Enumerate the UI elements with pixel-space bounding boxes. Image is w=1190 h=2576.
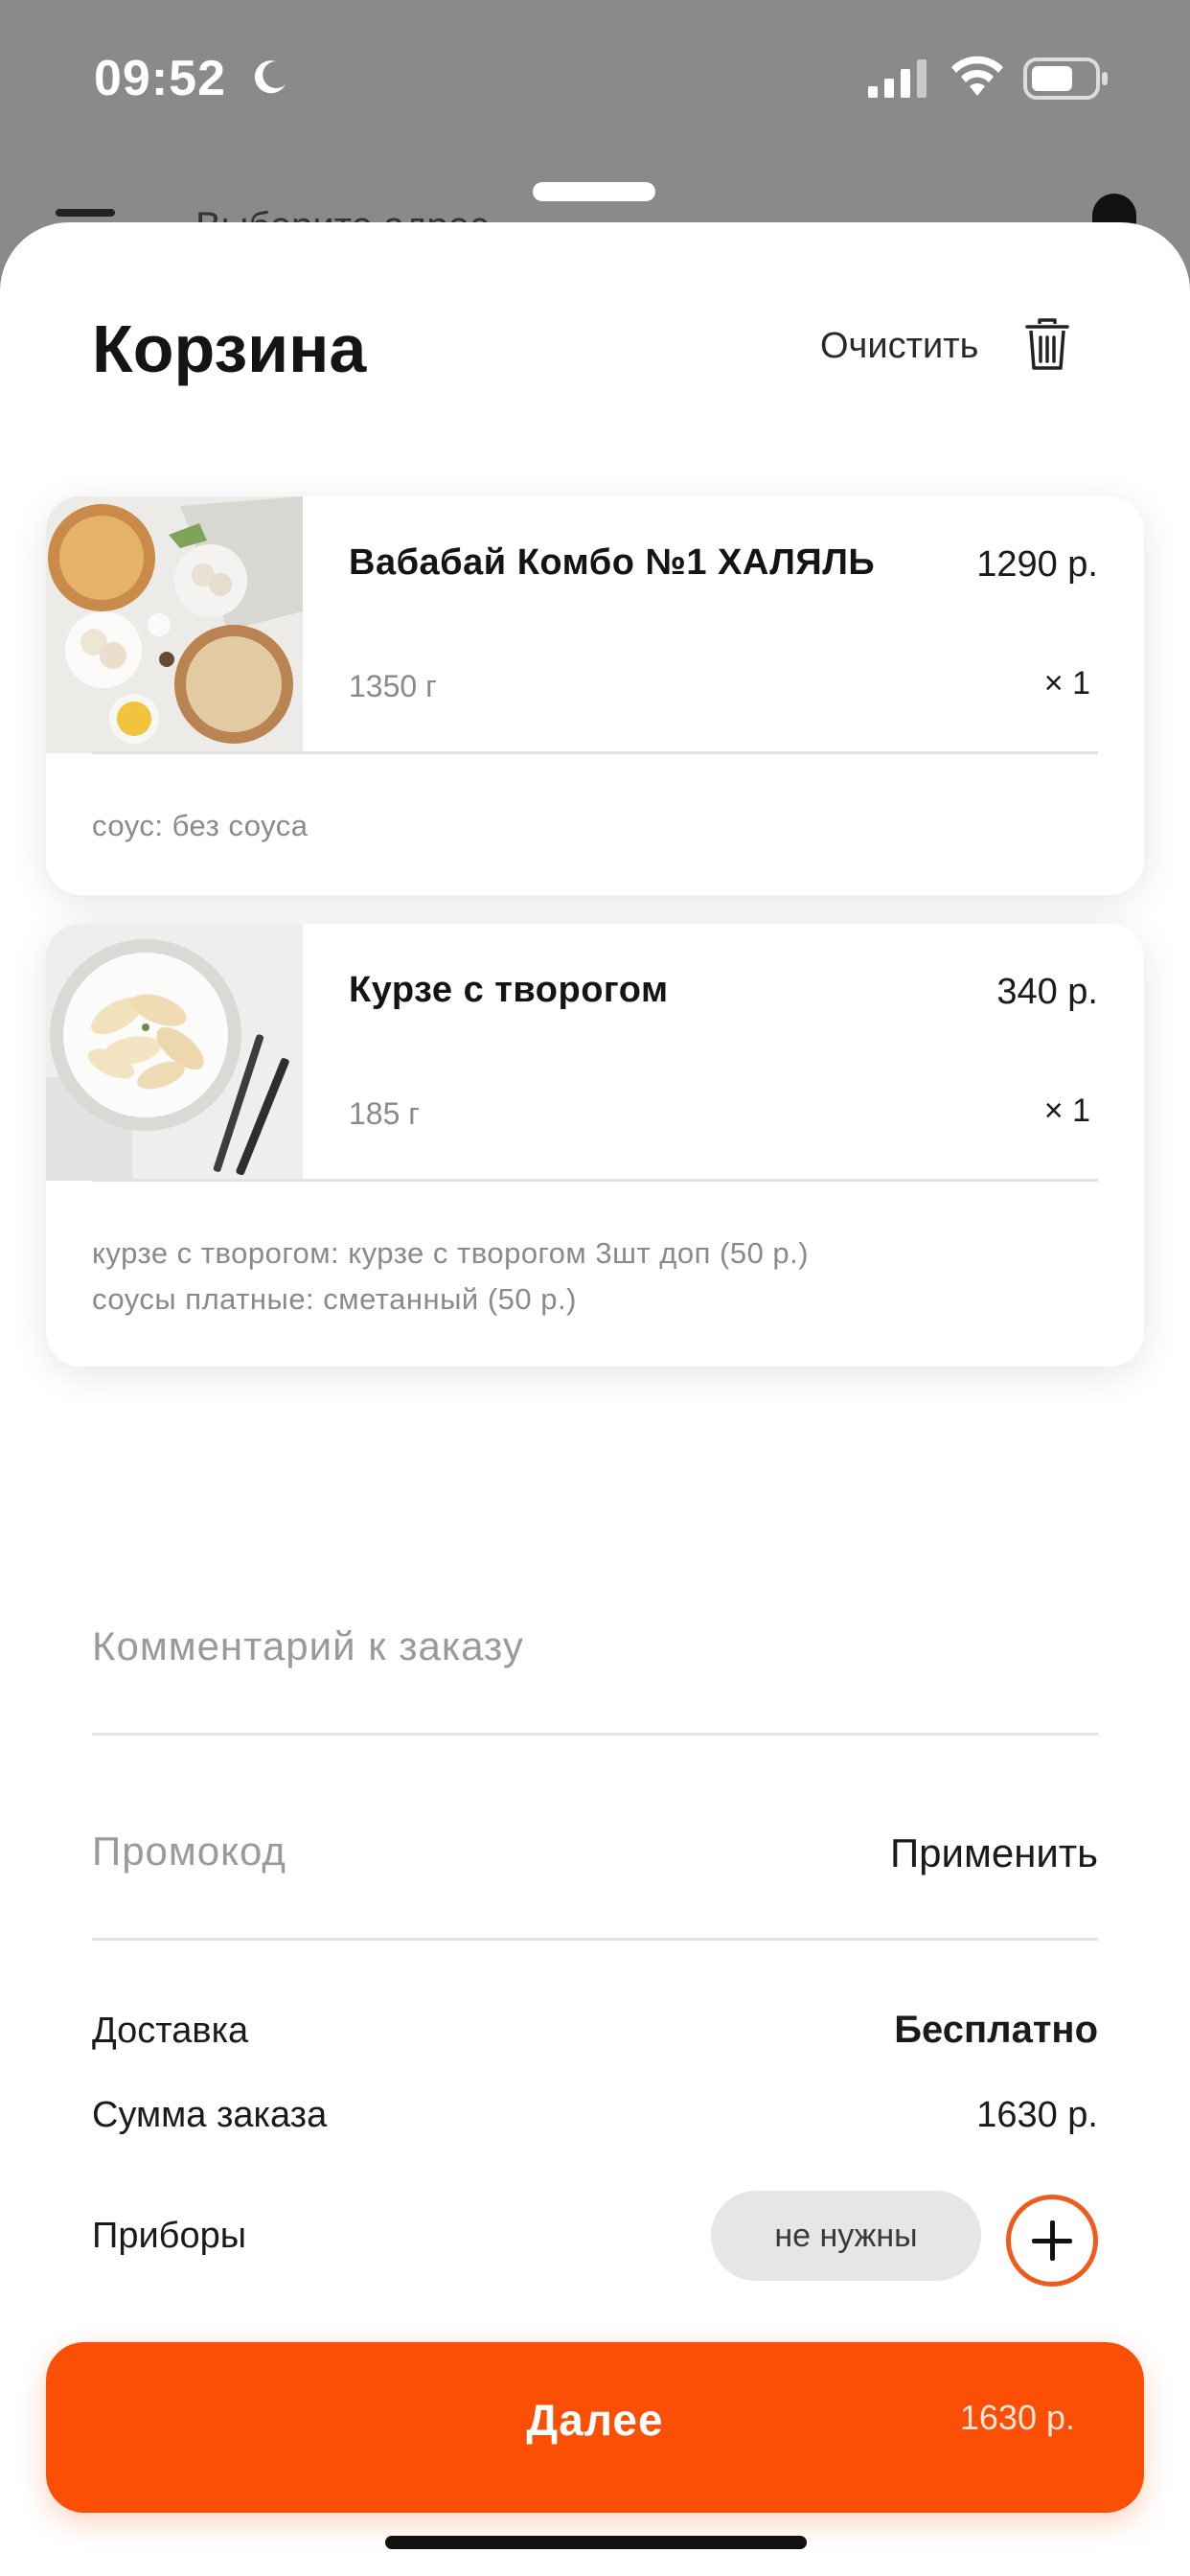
item-modifier: курзе с творогом: курзе с творогом 3шт д… xyxy=(92,1236,810,1270)
divider xyxy=(92,751,1098,754)
moon-icon xyxy=(254,60,286,94)
item-modifier: соусы платные: сметанный (50 р.) xyxy=(92,1282,577,1316)
clear-cart-button[interactable]: Очистить xyxy=(820,326,978,367)
item-price: 340 р. xyxy=(996,972,1098,1012)
home-indicator[interactable] xyxy=(385,2536,807,2549)
trash-icon[interactable] xyxy=(1025,318,1069,372)
item-modifier: соус: без соуса xyxy=(92,809,309,842)
item-weight: 185 г xyxy=(349,1096,420,1131)
item-weight: 1350 г xyxy=(349,669,437,703)
wifi-icon xyxy=(951,56,1003,96)
status-bar: 09:52 xyxy=(0,0,1190,153)
item-quantity[interactable]: × 1 xyxy=(1044,665,1090,702)
item-name: Вабабай Комбо №1 ХАЛЯЛЬ xyxy=(349,542,876,583)
cart-item[interactable]: Вабабай Комбо №1 ХАЛЯЛЬ 1290 р. 1350 г ×… xyxy=(46,496,1144,895)
apply-promo-button[interactable]: Применить xyxy=(890,1830,1098,1876)
item-name: Курзе с творогом xyxy=(349,970,669,1010)
next-button-price: 1630 р. xyxy=(959,2398,1075,2437)
divider xyxy=(92,1938,1098,1941)
next-button[interactable]: Далее 1630 р. xyxy=(46,2342,1144,2513)
battery-icon xyxy=(1023,58,1108,100)
cart-sheet: Корзина Очистить Вабабай Комбо №1 ХАЛЯЛЬ… xyxy=(0,222,1190,2576)
product-image-kurze xyxy=(46,924,303,1181)
cutlery-label: Приборы xyxy=(92,2216,247,2256)
promo-code-input[interactable]: Промокод xyxy=(92,1828,286,1874)
comment-input[interactable]: Комментарий к заказу xyxy=(92,1623,524,1669)
cart-item[interactable]: Курзе с творогом 340 р. 185 г × 1 курзе … xyxy=(46,924,1144,1367)
order-sum-label: Сумма заказа xyxy=(92,2095,328,2135)
divider xyxy=(92,1179,1098,1182)
status-time: 09:52 xyxy=(94,51,226,106)
cutlery-toggle[interactable]: не нужны xyxy=(711,2191,981,2281)
delivery-value: Бесплатно xyxy=(894,2009,1098,2051)
delivery-label: Доставка xyxy=(92,2011,249,2051)
divider xyxy=(92,1733,1098,1736)
page-title: Корзина xyxy=(92,311,367,386)
cellular-signal-icon xyxy=(868,59,927,98)
order-sum-value: 1630 р. xyxy=(976,2095,1098,2135)
add-cutlery-button[interactable] xyxy=(1006,2195,1098,2287)
menu-icon xyxy=(56,209,115,217)
item-price: 1290 р. xyxy=(976,544,1098,585)
product-image-combo xyxy=(46,496,303,753)
item-quantity[interactable]: × 1 xyxy=(1044,1092,1090,1130)
sheet-drag-handle[interactable] xyxy=(533,182,655,201)
